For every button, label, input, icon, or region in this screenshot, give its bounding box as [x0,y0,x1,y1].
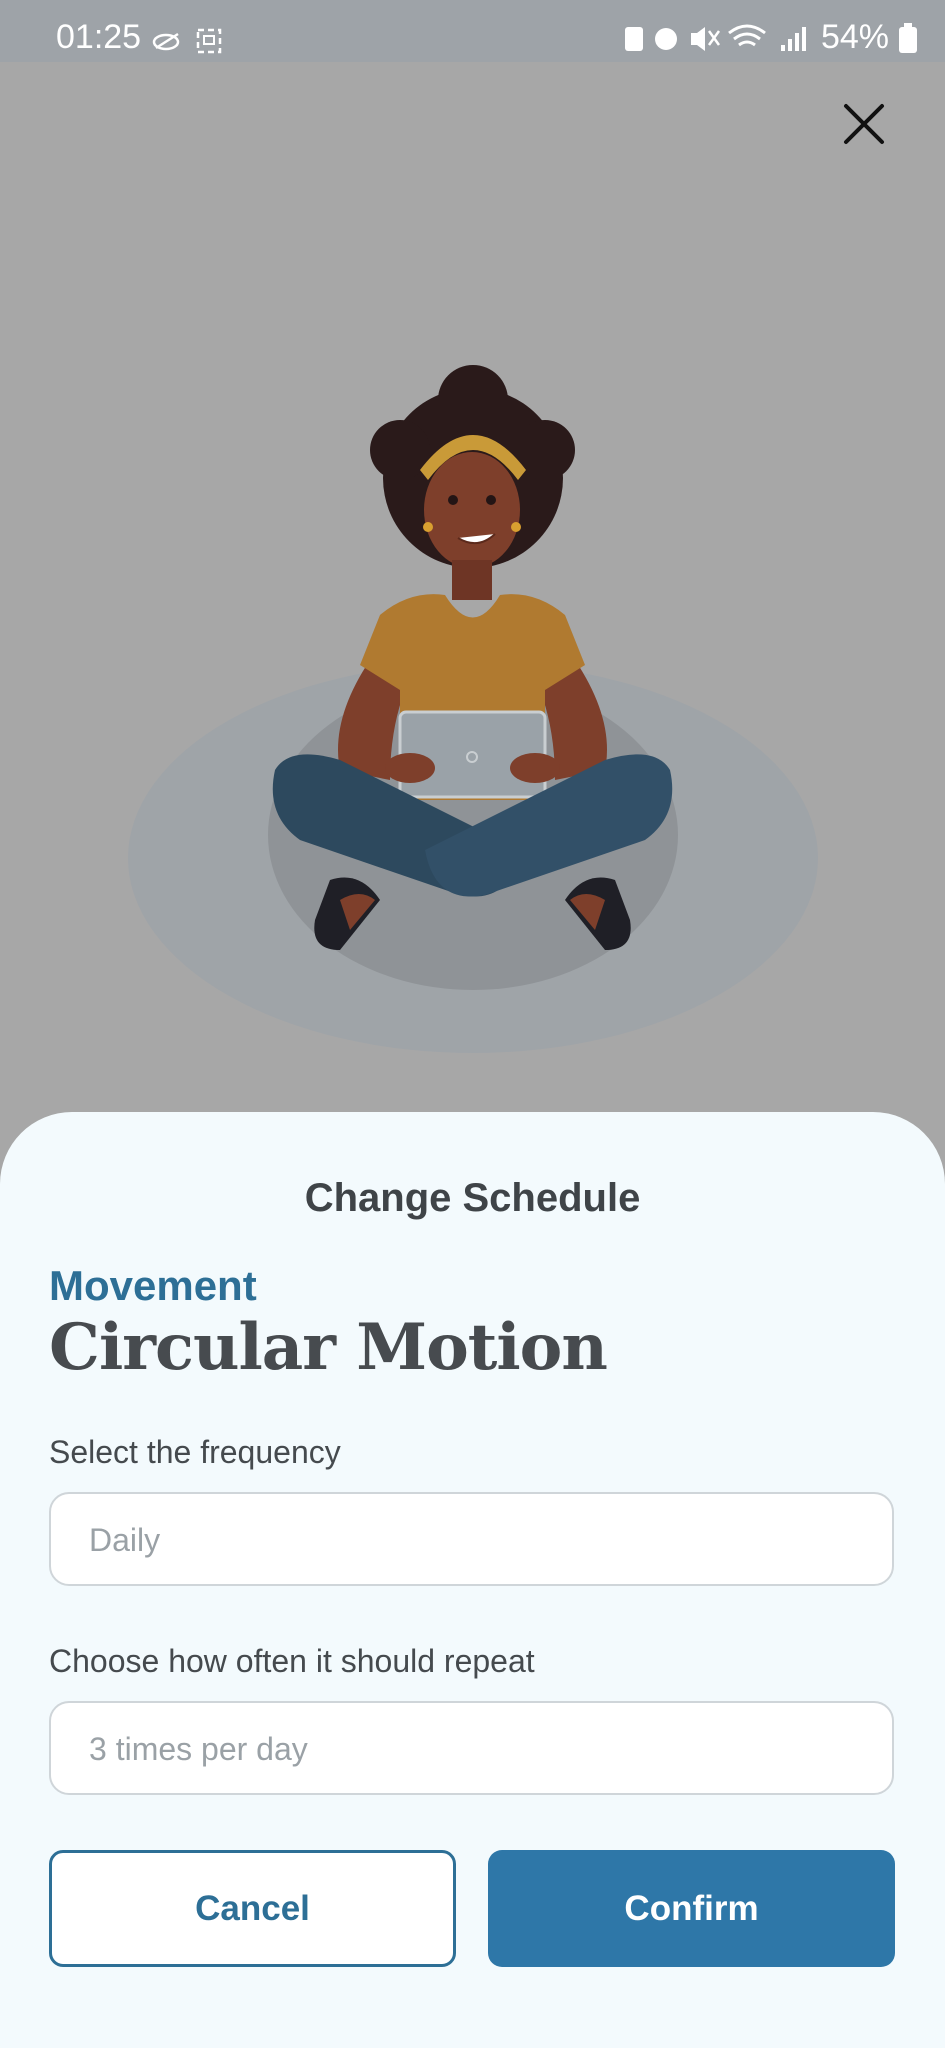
status-right-icons: 54% [621,18,917,57]
cancel-button[interactable]: Cancel [49,1850,456,1967]
repeat-label: Choose how often it should repeat [49,1643,535,1679]
battery-percent: 54% [820,18,889,56]
frequency-select[interactable]: Daily [49,1492,894,1586]
sheet-title: Change Schedule [304,1176,641,1220]
status-time: 01:25 [56,18,142,56]
repeat-value: 3 times per day [89,1731,308,1767]
notification-icons [152,28,222,54]
status-left-icons [152,26,232,61]
battery-icon [899,22,917,53]
meditation-illustration [0,62,945,1112]
confirm-button[interactable]: Confirm [488,1850,895,1967]
frequency-value: Daily [89,1522,161,1558]
status-bar: 01:25 54% [0,0,945,62]
system-icons [624,24,806,51]
exercise-category: Movement [49,1262,257,1309]
frequency-label: Select the frequency [49,1434,341,1470]
repeat-select[interactable]: 3 times per day [49,1701,894,1795]
exercise-name: Circular Motion [49,1310,608,1385]
